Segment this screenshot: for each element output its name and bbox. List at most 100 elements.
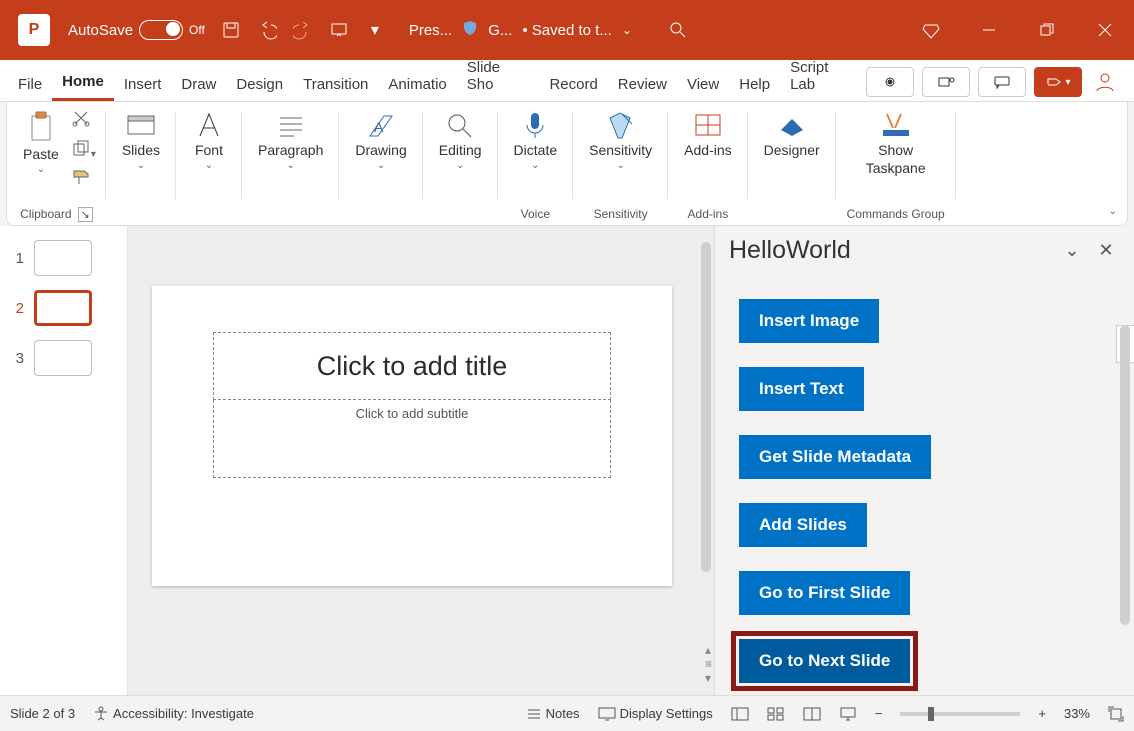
drawing-button[interactable]: A Drawing⌄ <box>349 106 412 175</box>
ribbon-tabs: File Home Insert Draw Design Transition … <box>0 60 1134 102</box>
addins-button[interactable]: Add-ins <box>678 106 737 162</box>
chevron-down-icon: ⌄ <box>622 23 632 37</box>
font-button[interactable]: Font⌄ <box>186 106 232 175</box>
ribbon-collapse-button[interactable]: ⌄ <box>1109 201 1117 219</box>
slides-button[interactable]: Slides⌄ <box>116 106 166 175</box>
zoom-level[interactable]: 33% <box>1064 706 1090 721</box>
display-settings-button[interactable]: Display Settings <box>598 706 713 721</box>
slides-label: Slides <box>122 142 160 158</box>
zoom-out-button[interactable]: − <box>875 706 883 721</box>
present-from-start-button[interactable] <box>323 14 355 46</box>
paragraph-button[interactable]: Paragraph⌄ <box>252 106 329 175</box>
restore-button[interactable] <box>1018 0 1076 60</box>
taskpane-close-button[interactable]: ✕ <box>1092 237 1120 265</box>
cut-button[interactable] <box>71 110 96 133</box>
diamond-premium-icon[interactable] <box>902 0 960 60</box>
undo-button[interactable] <box>251 14 283 46</box>
account-icon[interactable] <box>1090 71 1120 93</box>
slide-counter[interactable]: Slide 2 of 3 <box>10 706 75 721</box>
paste-button[interactable]: Paste ⌄ <box>17 106 65 179</box>
clipboard-group-label: Clipboard <box>20 207 71 221</box>
share-button[interactable]: ▾ <box>1034 67 1082 97</box>
insert-image-button[interactable]: Insert Image <box>739 299 879 343</box>
redo-button[interactable] <box>287 14 319 46</box>
notes-button[interactable]: Notes <box>526 706 580 721</box>
view-reading-button[interactable] <box>803 707 821 721</box>
slide-canvas[interactable]: Click to add title Click to add subtitle <box>152 286 672 586</box>
tab-insert[interactable]: Insert <box>114 66 172 101</box>
tab-record[interactable]: Record <box>539 66 607 101</box>
minimize-button[interactable] <box>960 0 1018 60</box>
tab-help[interactable]: Help <box>729 66 780 101</box>
thumbnail-slide-2[interactable]: 2 <box>10 290 117 326</box>
tab-file[interactable]: File <box>8 66 52 101</box>
tab-animations[interactable]: Animatio <box>378 66 456 101</box>
group-drawing: A Drawing⌄ <box>339 102 422 225</box>
designer-label: Designer <box>764 142 820 158</box>
chevron-down-icon: ⌄ <box>37 164 45 175</box>
sensitivity-button[interactable]: Sensitivity⌄ <box>583 106 658 175</box>
search-button[interactable] <box>662 14 694 46</box>
group-font: Font⌄ <box>176 102 242 225</box>
show-taskpane-label2: Taskpane <box>866 160 926 176</box>
document-name: Pres... <box>409 22 452 39</box>
dictate-button[interactable]: Dictate⌄ <box>508 106 564 175</box>
dialog-launcher-icon[interactable]: ↘ <box>78 207 93 222</box>
slide-thumbnail-panel: 1 2 3 <box>0 226 128 695</box>
view-normal-button[interactable] <box>731 707 749 721</box>
tab-home[interactable]: Home <box>52 63 114 101</box>
zoom-slider[interactable] <box>900 712 1020 716</box>
zoom-in-button[interactable]: + <box>1038 706 1046 721</box>
teams-button[interactable] <box>922 67 970 97</box>
sensitivity-short: G... <box>488 22 512 39</box>
title-placeholder[interactable]: Click to add title <box>213 332 611 400</box>
taskpane-dropdown-button[interactable]: ⌄ <box>1058 237 1086 265</box>
goto-first-slide-button[interactable]: Go to First Slide <box>739 571 910 615</box>
subtitle-placeholder[interactable]: Click to add subtitle <box>213 400 611 478</box>
svg-text:A: A <box>374 119 384 135</box>
designer-button[interactable]: Designer <box>758 106 826 162</box>
autosave-toggle[interactable]: AutoSave Off <box>60 20 213 40</box>
close-button[interactable] <box>1076 0 1134 60</box>
document-name-area[interactable]: Pres... G... • Saved to t... ⌄ <box>409 20 632 40</box>
shield-icon <box>462 20 478 40</box>
add-slides-button[interactable]: Add Slides <box>739 503 867 547</box>
show-taskpane-label1: Show <box>878 142 913 158</box>
font-label: Font <box>195 142 223 158</box>
canvas-scrollbar[interactable]: ▴≡▾ <box>696 226 714 695</box>
sensitivity-group-label: Sensitivity <box>594 203 648 225</box>
taskpane-header: HelloWorld ⌄ ✕ <box>715 226 1134 275</box>
fit-to-window-button[interactable] <box>1108 706 1124 722</box>
tab-transitions[interactable]: Transition <box>293 66 378 101</box>
goto-next-slide-button[interactable]: Go to Next Slide <box>739 639 910 683</box>
accessibility-status[interactable]: Accessibility: Investigate <box>93 706 254 722</box>
editing-button[interactable]: Editing⌄ <box>433 106 488 175</box>
taskpane-scrollbar[interactable] <box>1120 325 1130 625</box>
group-voice: Dictate⌄ Voice <box>498 102 574 225</box>
thumbnail-slide-3[interactable]: 3 <box>10 340 117 376</box>
insert-text-button[interactable]: Insert Text <box>739 367 864 411</box>
show-taskpane-button[interactable]: Show Taskpane <box>860 106 932 180</box>
tab-review[interactable]: Review <box>608 66 677 101</box>
addins-group-label: Add-ins <box>688 203 729 225</box>
comments-button[interactable] <box>978 67 1026 97</box>
paste-label: Paste <box>23 146 59 162</box>
slide-nav-arrows-icon[interactable]: ▴≡▾ <box>705 643 712 685</box>
tab-design[interactable]: Design <box>226 66 293 101</box>
tab-draw[interactable]: Draw <box>171 66 226 101</box>
qat-more-button[interactable]: ▾ <box>359 14 391 46</box>
tab-view[interactable]: View <box>677 66 729 101</box>
record-camera-button[interactable] <box>866 67 914 97</box>
view-sorter-button[interactable] <box>767 707 785 721</box>
autosave-state: Off <box>189 23 205 37</box>
thumbnail-slide-1[interactable]: 1 <box>10 240 117 276</box>
save-button[interactable] <box>215 14 247 46</box>
save-status: • Saved to t... <box>522 22 611 39</box>
editing-label: Editing <box>439 142 482 158</box>
get-slide-metadata-button[interactable]: Get Slide Metadata <box>739 435 931 479</box>
format-painter-button[interactable] <box>71 168 96 191</box>
copy-button[interactable]: ▾ <box>71 139 96 162</box>
paragraph-label: Paragraph <box>258 142 323 158</box>
dictate-label: Dictate <box>514 142 558 158</box>
view-slideshow-button[interactable] <box>839 707 857 721</box>
